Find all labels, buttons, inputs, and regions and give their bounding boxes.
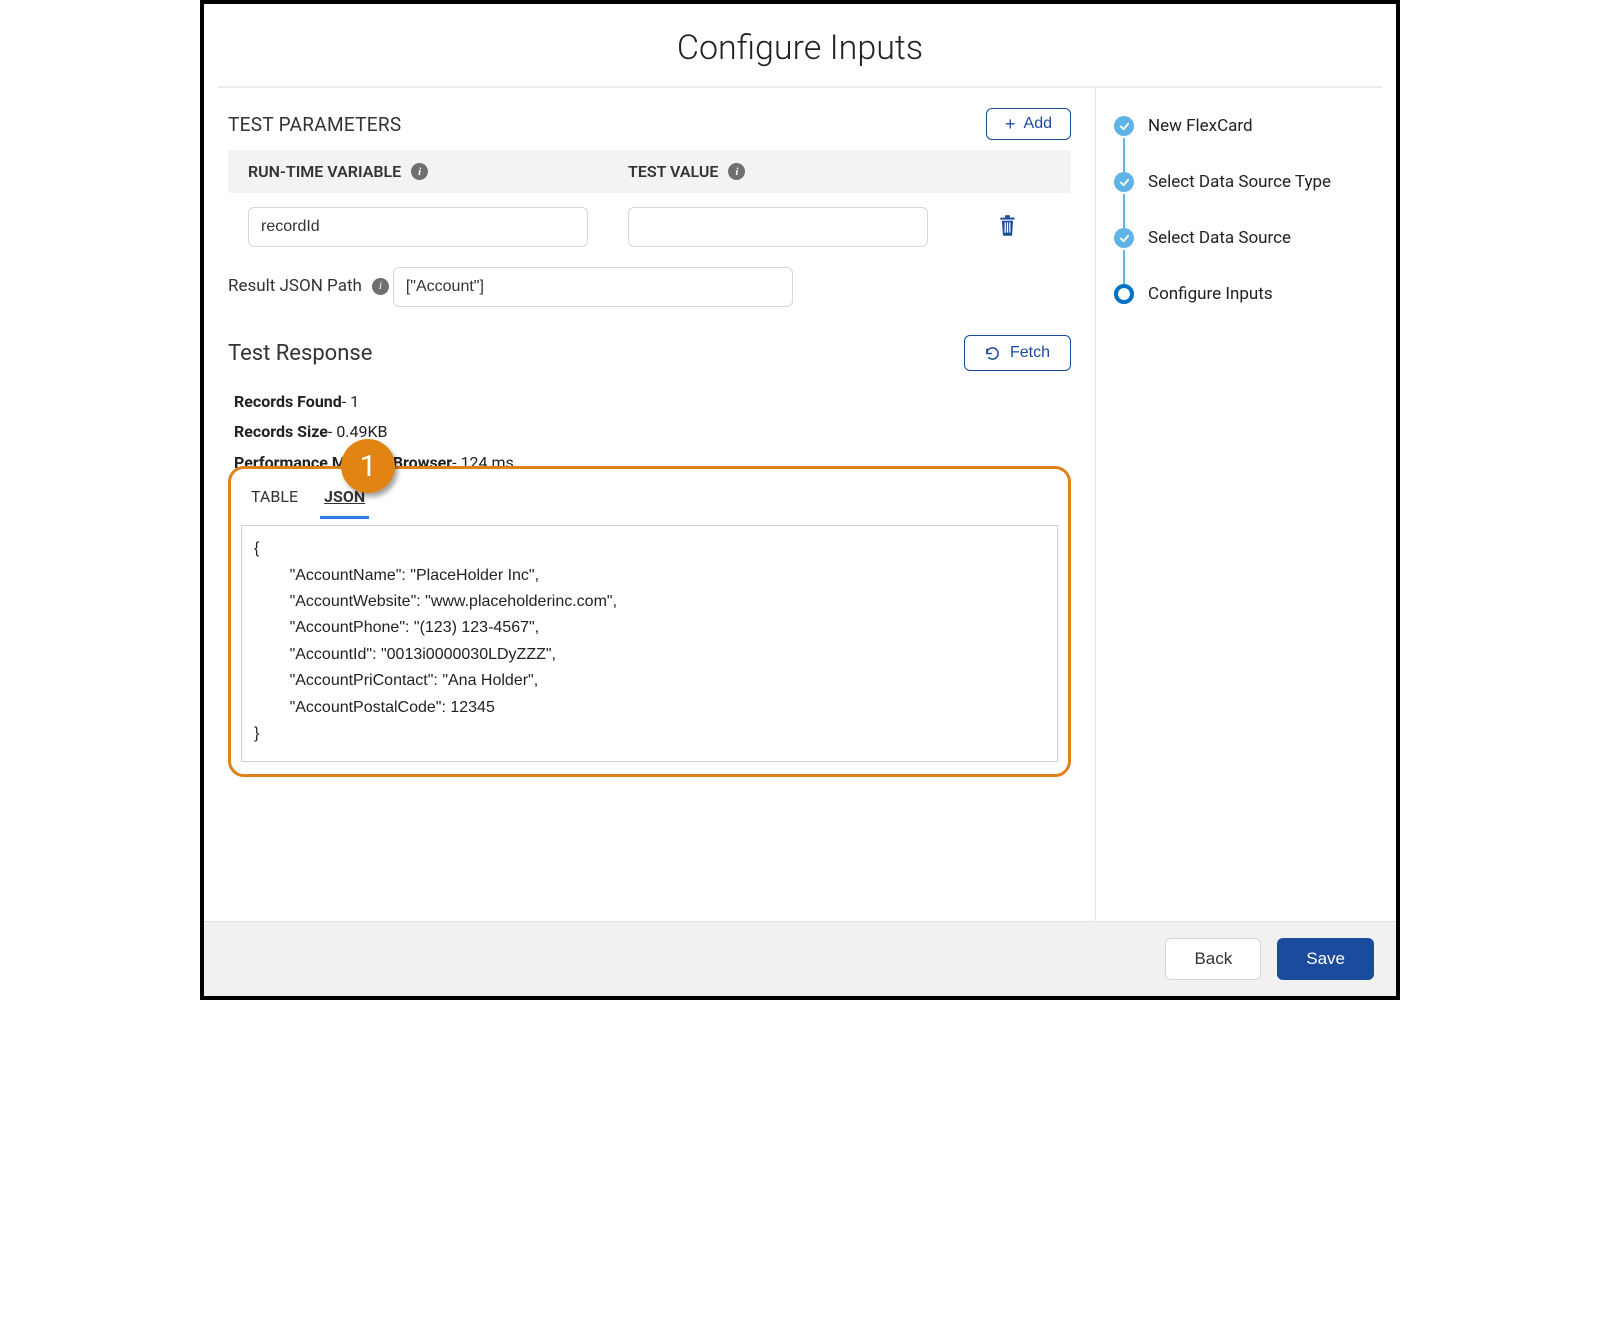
- callout-badge: 1: [341, 439, 395, 493]
- records-found-value: 1: [350, 392, 359, 411]
- step-new-flexcard: New FlexCard: [1114, 116, 1378, 172]
- info-icon[interactable]: i: [372, 278, 389, 295]
- save-button[interactable]: Save: [1277, 938, 1374, 980]
- body-row: TEST PARAMETERS + Add RUN-TIME VARIABLE …: [204, 88, 1396, 921]
- tab-table[interactable]: TABLE: [247, 481, 302, 519]
- json-path-input[interactable]: [393, 267, 793, 307]
- json-path-label-row: Result JSON Path i: [228, 276, 389, 296]
- side-column: New FlexCard Select Data Source Type Sel…: [1096, 88, 1396, 921]
- fetch-label: Fetch: [1010, 344, 1050, 362]
- step-select-data-source-type: Select Data Source Type: [1114, 172, 1378, 228]
- step-label: Configure Inputs: [1148, 284, 1273, 304]
- back-button[interactable]: Back: [1165, 938, 1261, 980]
- params-header-row: RUN-TIME VARIABLE i TEST VALUE i: [228, 150, 1071, 193]
- check-icon: [1114, 172, 1134, 192]
- current-step-icon: [1114, 284, 1134, 304]
- step-label: New FlexCard: [1148, 116, 1253, 136]
- test-params-header: TEST PARAMETERS + Add: [228, 108, 1071, 140]
- info-icon[interactable]: i: [728, 163, 745, 180]
- info-icon[interactable]: i: [411, 163, 428, 180]
- step-label: Select Data Source Type: [1148, 172, 1331, 192]
- trash-icon: [998, 215, 1017, 236]
- params-row: [228, 193, 1071, 257]
- test-params-title: TEST PARAMETERS: [228, 113, 402, 136]
- json-panel[interactable]: { "AccountName": "PlaceHolder Inc", "Acc…: [241, 525, 1058, 762]
- check-icon: [1114, 228, 1134, 248]
- runtime-var-header: RUN-TIME VARIABLE: [248, 162, 401, 181]
- page-title: Configure Inputs: [218, 28, 1382, 68]
- test-response-header: Test Response Fetch: [228, 335, 1071, 371]
- title-area: Configure Inputs: [218, 4, 1382, 88]
- runtime-var-input[interactable]: [248, 207, 588, 247]
- step-select-data-source: Select Data Source: [1114, 228, 1378, 284]
- test-response-title: Test Response: [228, 341, 372, 366]
- check-icon: [1114, 116, 1134, 136]
- footer: Back Save: [204, 921, 1396, 996]
- delete-row-button[interactable]: [998, 215, 1017, 239]
- refresh-icon: [985, 346, 1000, 361]
- callout-number: 1: [360, 449, 377, 484]
- add-label: Add: [1024, 115, 1052, 133]
- step-configure-inputs: Configure Inputs: [1114, 284, 1378, 304]
- json-path-label: Result JSON Path: [228, 276, 362, 296]
- add-button[interactable]: + Add: [986, 108, 1071, 140]
- json-path-block: Result JSON Path i: [228, 267, 1071, 307]
- dialog-frame: Configure Inputs TEST PARAMETERS + Add R…: [200, 0, 1400, 1000]
- callout-box: 1 TABLE JSON { "AccountName": "PlaceHold…: [228, 466, 1071, 777]
- fetch-button[interactable]: Fetch: [964, 335, 1071, 371]
- records-size-label: Records Size: [234, 422, 328, 441]
- steps-list: New FlexCard Select Data Source Type Sel…: [1114, 116, 1378, 304]
- test-value-input[interactable]: [628, 207, 928, 247]
- plus-icon: +: [1005, 115, 1016, 133]
- records-found-label: Records Found: [234, 392, 342, 411]
- main-column: TEST PARAMETERS + Add RUN-TIME VARIABLE …: [204, 88, 1096, 921]
- step-label: Select Data Source: [1148, 228, 1291, 248]
- test-value-header: TEST VALUE: [628, 162, 718, 181]
